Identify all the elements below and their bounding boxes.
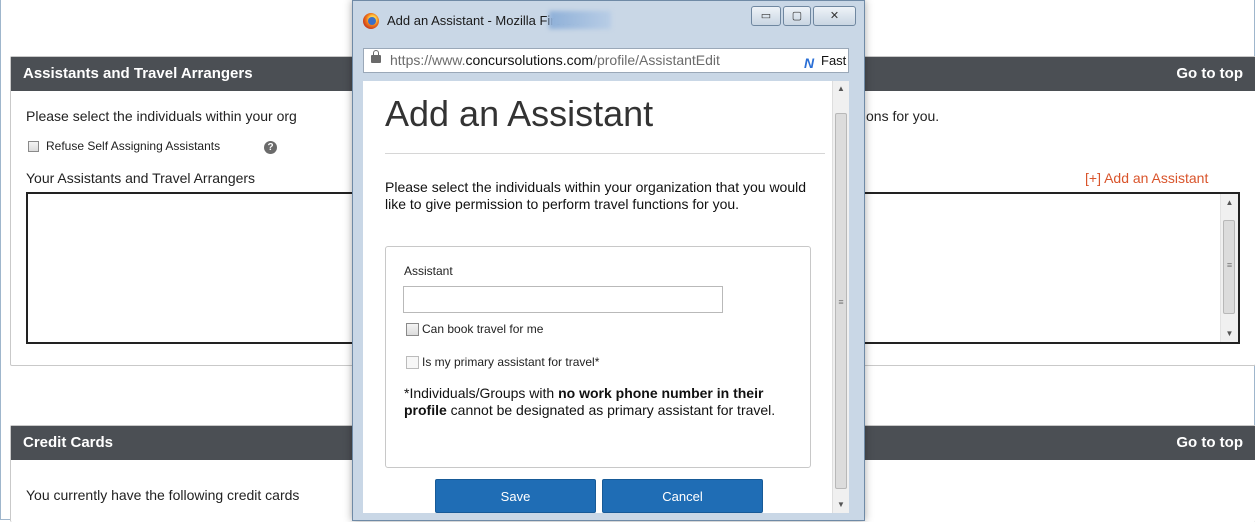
scroll-grip-icon: ≡	[1226, 260, 1233, 270]
save-button[interactable]: Save	[435, 479, 596, 513]
fast-icon: N	[804, 55, 815, 71]
dialog-description: Please select the individuals within you…	[385, 179, 807, 212]
firefox-icon	[363, 13, 379, 29]
can-book-checkbox[interactable]	[406, 323, 419, 337]
address-bar[interactable]: https://www.concursolutions.com/profile/…	[363, 48, 849, 73]
scroll-down-arrow-icon[interactable]: ▼	[1221, 325, 1238, 342]
close-button[interactable]: ✕	[813, 6, 856, 26]
assistant-label: Assistant	[404, 264, 453, 278]
add-assistant-link[interactable]: [+] Add an Assistant	[1085, 170, 1208, 186]
assistants-list-title: Your Assistants and Travel Arrangers	[26, 170, 256, 186]
assistants-description-right: ons for you.	[866, 108, 940, 124]
assistant-fieldset: Assistant Can book travel for me Is my p…	[385, 246, 811, 468]
dialog-scrollbar[interactable]: ▲ ≡ ▼	[832, 81, 849, 513]
minimize-button[interactable]: ▭	[751, 6, 781, 26]
can-book-row[interactable]: Can book travel for me	[406, 322, 544, 337]
help-icon[interactable]: ?	[264, 141, 277, 154]
credit-cards-description: You currently have the following credit …	[26, 487, 300, 503]
credit-cards-panel-title: Credit Cards	[23, 434, 114, 451]
assistant-input[interactable]	[403, 286, 723, 313]
can-book-label: Can book travel for me	[422, 322, 544, 336]
refuse-self-assigning-label: Refuse Self Assigning Assistants	[46, 139, 221, 153]
assistants-description-left: Please select the individuals within you…	[26, 108, 297, 124]
dialog-heading: Add an Assistant	[385, 93, 654, 134]
scroll-up-arrow-icon[interactable]: ▲	[833, 81, 849, 97]
primary-assistant-note: *Individuals/Groups with no work phone n…	[404, 385, 776, 418]
primary-assistant-checkbox[interactable]	[406, 356, 419, 370]
dialog-content: Add an Assistant Please select the indiv…	[363, 81, 849, 513]
scroll-up-arrow-icon[interactable]: ▲	[1221, 194, 1238, 211]
heading-divider	[385, 153, 825, 154]
scroll-down-arrow-icon[interactable]: ▼	[833, 497, 849, 513]
primary-assistant-label: Is my primary assistant for travel*	[422, 355, 600, 369]
refuse-self-assigning-checkbox[interactable]	[28, 141, 39, 152]
cancel-button[interactable]: Cancel	[602, 479, 763, 513]
add-assistant-window: Add an Assistant - Mozilla Firefox ▭ ▢ ✕…	[352, 0, 865, 521]
url-text: https://www.concursolutions.com/profile/…	[390, 52, 720, 68]
go-to-top-link[interactable]: Go to top	[1176, 57, 1243, 91]
maximize-button[interactable]: ▢	[783, 6, 811, 26]
assistants-list-scrollbar[interactable]: ▲ ≡ ▼	[1220, 194, 1238, 342]
blurred-region	[549, 11, 611, 29]
lock-icon	[371, 50, 381, 63]
primary-assistant-row[interactable]: Is my primary assistant for travel*	[406, 355, 600, 370]
fast-label: Fast	[821, 53, 847, 68]
assistants-panel-title: Assistants and Travel Arrangers	[23, 65, 253, 82]
go-to-top-link[interactable]: Go to top	[1176, 426, 1243, 460]
scroll-grip-icon: ≡	[838, 297, 844, 307]
window-titlebar[interactable]: Add an Assistant - Mozilla Firefox ▭ ▢ ✕	[353, 1, 864, 41]
